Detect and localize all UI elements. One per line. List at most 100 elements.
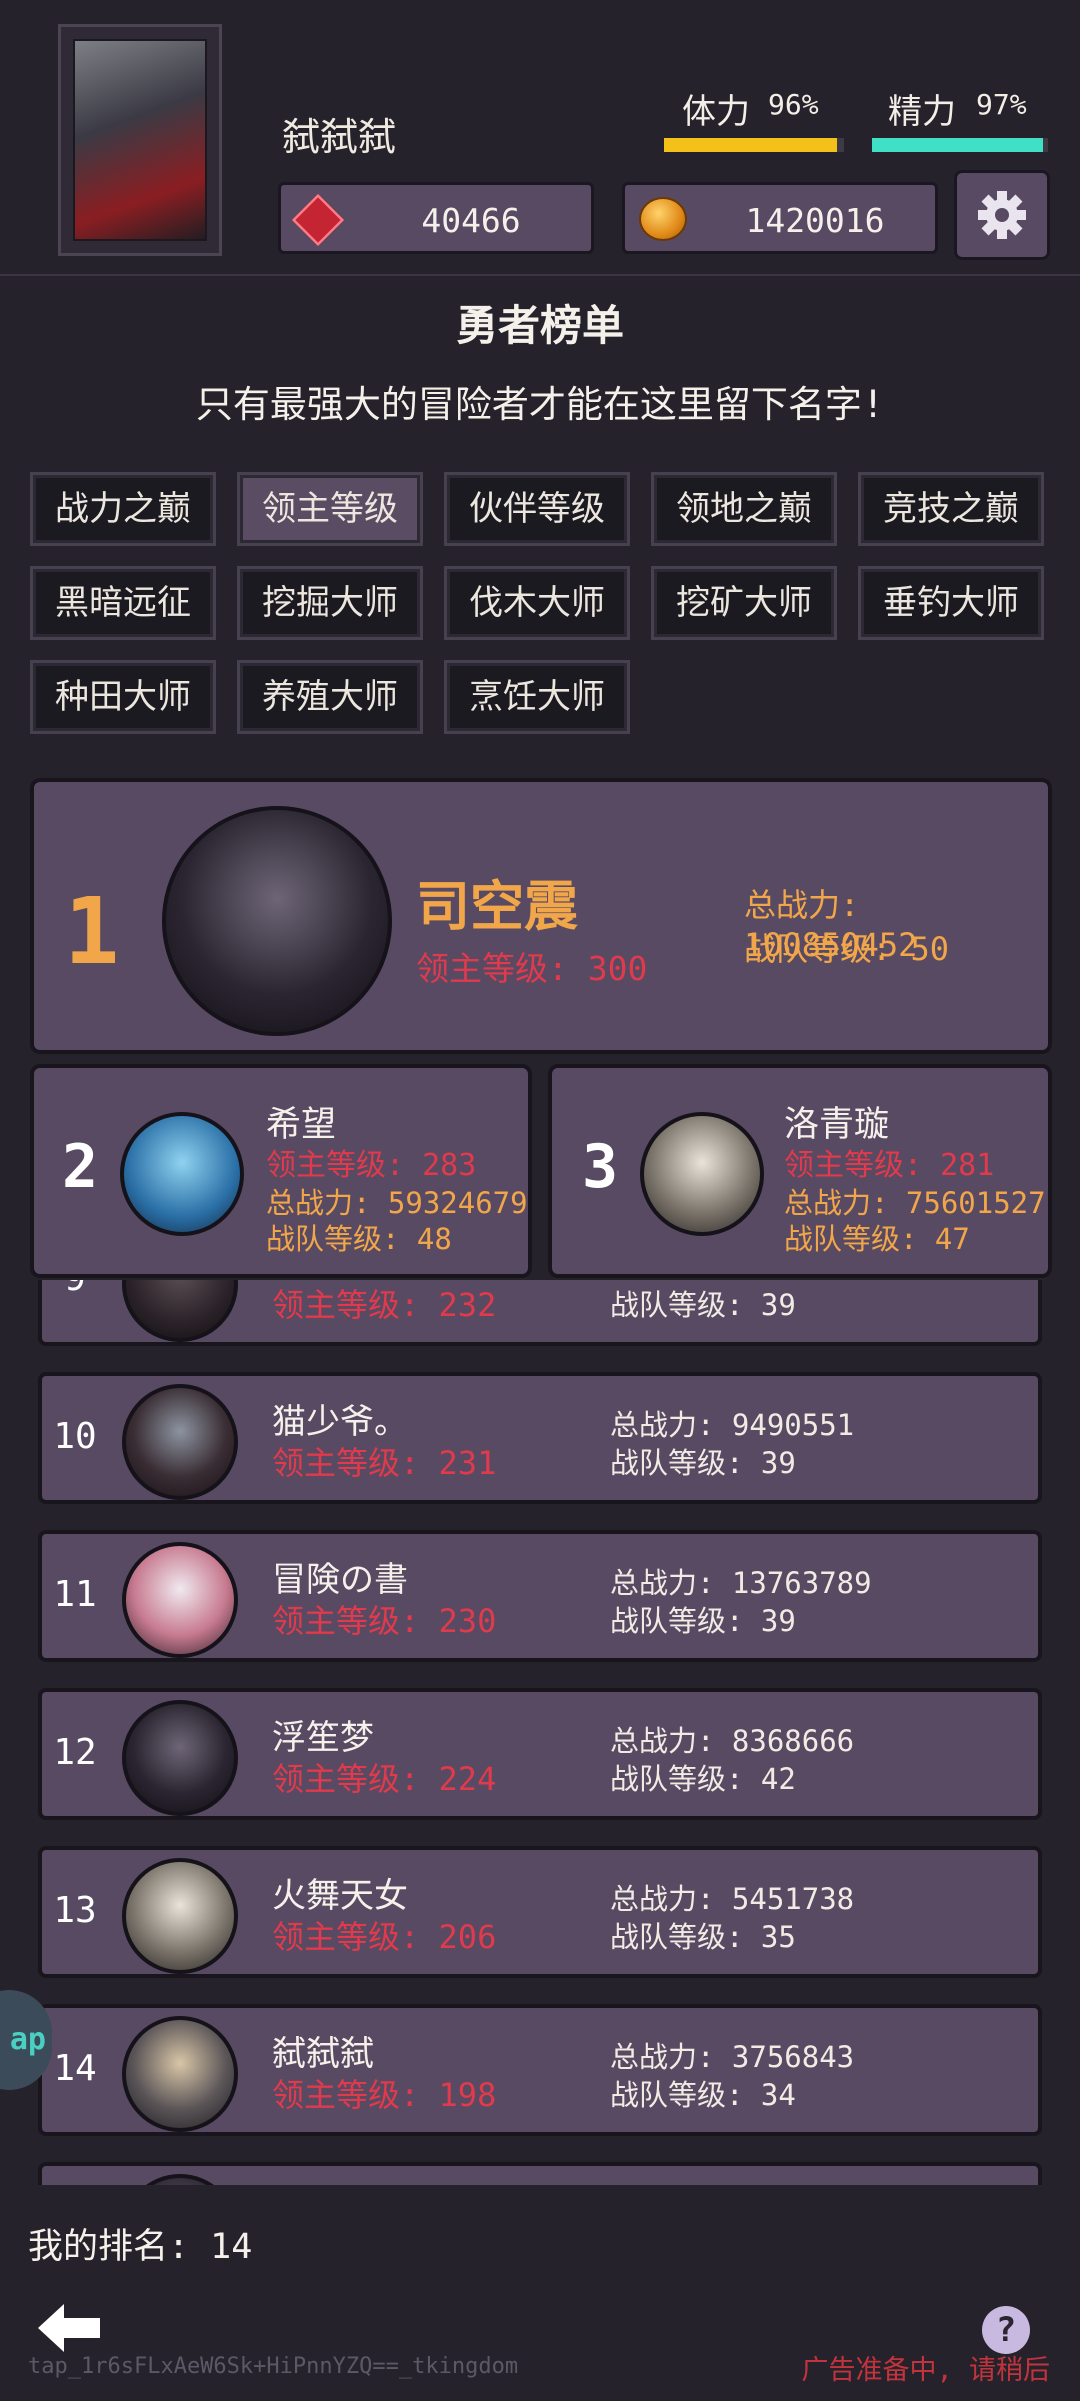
player-name: 弑弑弑 — [282, 115, 397, 159]
rank-1-lord-level: 领主等级: 300 — [416, 949, 648, 988]
ranking-list[interactable]: 9领主等级: 232总战力: 9210332战队等级: 3910猫少爷。领主等级… — [0, 1280, 1080, 2185]
row-name: 弑弑弑 — [272, 2034, 374, 2074]
row-name: 浮笙梦 — [272, 1718, 374, 1758]
page-subtitle: 只有最强大的冒险者才能在这里留下名字! — [195, 383, 885, 426]
row-rank: 9 — [42, 1280, 108, 1299]
rank-1-name: 司空震 — [416, 875, 578, 938]
tab-8[interactable]: 挖矿大师 — [651, 566, 837, 640]
row-power: 总战力: 5451738 — [610, 1882, 855, 1916]
back-arrow-icon[interactable] — [38, 2300, 104, 2356]
row-avatar — [122, 1700, 238, 1816]
side-floating-tab[interactable]: ap — [0, 1990, 52, 2090]
row-avatar — [122, 1384, 238, 1500]
rank-2-team-level: 战队等级: 48 — [266, 1222, 452, 1256]
coin-amount: 1420016 — [745, 201, 885, 240]
row-rank: 12 — [53, 1732, 97, 1773]
table-row[interactable]: 10 猫少爷。 领主等级: 231 总战力: 9490551 战队等级: 39 — [38, 1372, 1042, 1504]
gear-icon — [978, 191, 1026, 239]
table-row[interactable]: 13 火舞天女 领主等级: 206 总战力: 5451738 战队等级: 35 — [38, 1846, 1042, 1978]
rank-3-number: 3 — [582, 1132, 619, 1202]
row-team-level: 战队等级: 34 — [610, 2078, 796, 2112]
stamina-value: 96% — [768, 88, 819, 121]
energy-bar-fill — [872, 138, 1043, 152]
player-avatar — [73, 39, 207, 241]
settings-button[interactable] — [954, 170, 1050, 260]
tab-10[interactable]: 种田大师 — [30, 660, 216, 734]
rank-2-lord-level: 领主等级: 283 — [266, 1148, 477, 1183]
energy-label: 精力 — [888, 92, 956, 132]
rank-1-avatar — [162, 806, 392, 1036]
table-row[interactable]: 11 冒険の書 领主等级: 230 总战力: 13763789 战队等级: 39 — [38, 1530, 1042, 1662]
table-row[interactable]: 9领主等级: 232总战力: 9210332战队等级: 39 — [38, 1280, 1042, 1346]
rank-3-team-level: 战队等级: 47 — [784, 1222, 970, 1256]
row-name: 猫少爷。 — [272, 1402, 408, 1442]
ad-notice: 广告准备中, 请稍后 — [801, 2355, 1050, 2386]
table-row[interactable] — [38, 2162, 1042, 2185]
coin-counter[interactable]: 1420016 — [622, 182, 938, 254]
row-lord-level: 领主等级: 206 — [272, 1918, 497, 1956]
coin-icon — [639, 197, 687, 241]
tab-3[interactable]: 领地之巅 — [651, 472, 837, 546]
rank-1-team-level: 战队等级: 50 — [744, 930, 950, 968]
row-name: 冒険の書 — [272, 1560, 408, 1600]
row-rank: 14 — [53, 2048, 97, 2089]
tab-1[interactable]: 领主等级 — [237, 472, 423, 546]
row-team-level: 战队等级: 39 — [610, 1288, 796, 1322]
row-avatar — [122, 1280, 238, 1342]
rank-1-card[interactable]: 1 司空震 领主等级: 300 总战力: 100850452 战队等级: 50 — [30, 778, 1052, 1054]
rank-2-number: 2 — [62, 1132, 99, 1202]
stamina-bar-fill — [664, 138, 837, 152]
row-avatar — [122, 1542, 238, 1658]
tab-12[interactable]: 烹饪大师 — [444, 660, 630, 734]
player-portrait-frame[interactable] — [58, 24, 222, 256]
row-name: 火舞天女 — [272, 1876, 408, 1916]
tab-6[interactable]: 挖掘大师 — [237, 566, 423, 640]
rank-2-avatar — [120, 1112, 244, 1236]
help-icon[interactable]: ? — [982, 2306, 1030, 2354]
gem-amount: 40466 — [421, 201, 521, 240]
rank-3-avatar — [640, 1112, 764, 1236]
stamina-label: 体力 — [682, 92, 750, 132]
tab-9[interactable]: 垂钓大师 — [858, 566, 1044, 640]
rank-1-number: 1 — [64, 878, 120, 985]
row-lord-level: 领主等级: 231 — [272, 1444, 497, 1482]
row-avatar — [122, 2174, 238, 2185]
row-team-level: 战队等级: 39 — [610, 1446, 796, 1480]
energy-value: 97% — [976, 88, 1027, 121]
gem-icon — [291, 193, 345, 247]
rank-3-lord-level: 领主等级: 281 — [784, 1148, 995, 1183]
row-team-level: 战队等级: 42 — [610, 1762, 796, 1796]
tab-2[interactable]: 伙伴等级 — [444, 472, 630, 546]
row-lord-level: 领主等级: 224 — [272, 1760, 497, 1798]
stamina-bar — [664, 138, 844, 152]
header-divider — [0, 274, 1080, 276]
energy-bar — [872, 138, 1048, 152]
tab-5[interactable]: 黑暗远征 — [30, 566, 216, 640]
row-power: 总战力: 9490551 — [610, 1408, 855, 1442]
table-row[interactable]: 12 浮笙梦 领主等级: 224 总战力: 8368666 战队等级: 42 — [38, 1688, 1042, 1820]
tab-11[interactable]: 养殖大师 — [237, 660, 423, 734]
my-rank: 我的排名: 14 — [28, 2227, 253, 2267]
row-lord-level: 领主等级: 198 — [272, 2076, 497, 2114]
footer-id: tap_1r6sFLxAeW6Sk+HiPnnYZQ==_tkingdom — [28, 2354, 519, 2379]
row-rank: 13 — [53, 1890, 97, 1931]
table-row[interactable]: 14 弑弑弑 领主等级: 198 总战力: 3756843 战队等级: 34 — [38, 2004, 1042, 2136]
row-team-level: 战队等级: 39 — [610, 1604, 796, 1638]
gem-counter[interactable]: 40466 — [278, 182, 594, 254]
row-power: 总战力: 13763789 — [610, 1566, 872, 1600]
tab-7[interactable]: 伐木大师 — [444, 566, 630, 640]
row-avatar — [122, 2016, 238, 2132]
row-rank: 11 — [53, 1574, 97, 1615]
rank-3-card[interactable]: 3 洛青璇 领主等级: 281 总战力: 75601527 战队等级: 47 — [548, 1064, 1052, 1278]
tab-0[interactable]: 战力之巅 — [30, 472, 216, 546]
rank-2-card[interactable]: 2 希望 领主等级: 283 总战力: 59324679 战队等级: 48 — [30, 1064, 532, 1278]
row-lord-level: 领主等级: 232 — [272, 1286, 497, 1324]
row-power: 总战力: 8368666 — [610, 1724, 855, 1758]
row-power: 总战力: 3756843 — [610, 2040, 855, 2074]
tab-4[interactable]: 竞技之巅 — [858, 472, 1044, 546]
page-title: 勇者榜单 — [455, 301, 624, 350]
row-team-level: 战队等级: 35 — [610, 1920, 796, 1954]
row-avatar — [122, 1858, 238, 1974]
row-lord-level: 领主等级: 230 — [272, 1602, 497, 1640]
row-rank: 10 — [53, 1416, 97, 1457]
